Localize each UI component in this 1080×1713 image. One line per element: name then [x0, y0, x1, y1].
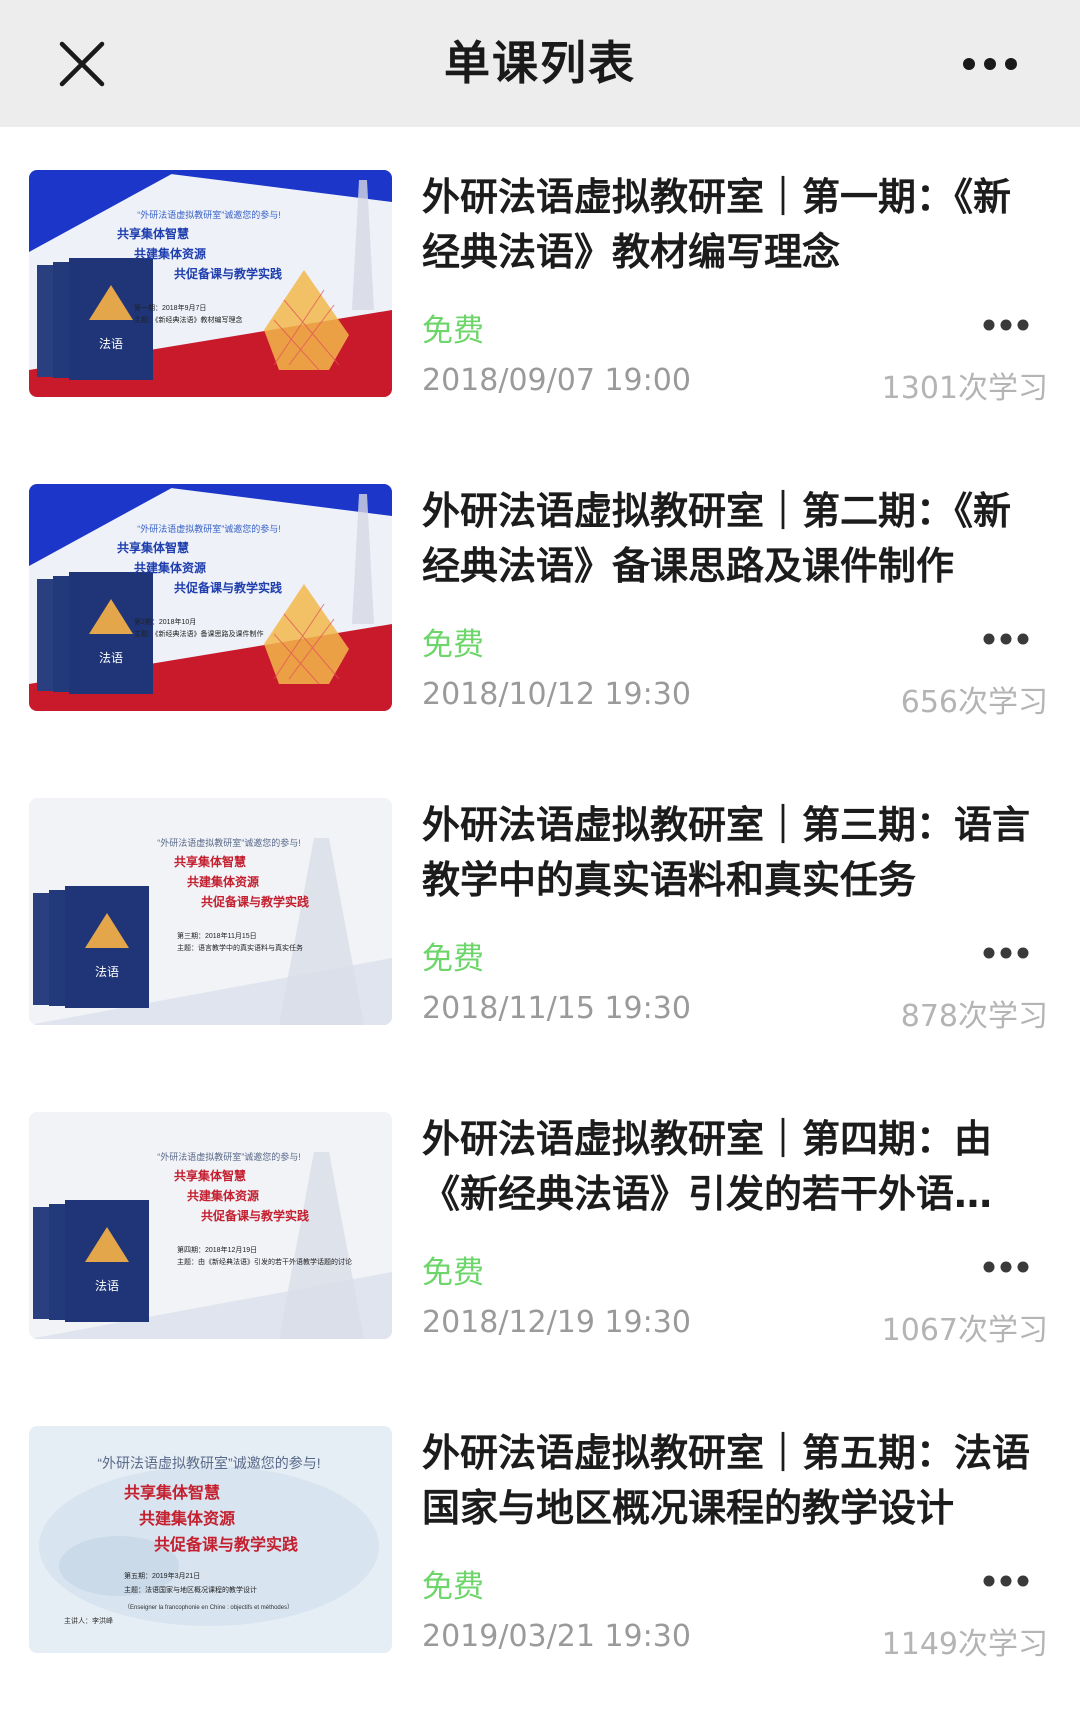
- more-horizontal-icon: [983, 947, 1029, 959]
- thumb-slogan-2: 共建集体资源: [187, 874, 259, 889]
- course-title[interactable]: 外研法语虚拟教研室｜第三期：语言教学中的真实语料和真实任务: [422, 798, 1037, 908]
- course-item[interactable]: 法语 “外研法语虚拟教研室”诚邀您的参与! 共享集体智慧 共建集体资源 共促备课…: [0, 441, 1080, 755]
- thumb-topic-line: 主题：《新经典法语》备课思路及课件制作: [134, 629, 264, 638]
- page-title: 单课列表: [444, 36, 636, 90]
- thumb-invite-text: “外研法语虚拟教研室”诚邀您的参与!: [137, 209, 281, 220]
- thumb-invite-text: “外研法语虚拟教研室”诚邀您的参与!: [157, 1151, 301, 1162]
- book-cover-title: 法语: [95, 965, 119, 979]
- more-horizontal-icon: [983, 1261, 1029, 1273]
- price-label: 免费: [422, 941, 484, 977]
- course-item[interactable]: 法语 “外研法语虚拟教研室”诚邀您的参与! 共享集体智慧 共建集体资源 共促备课…: [0, 1069, 1080, 1383]
- course-item[interactable]: 法语 “外研法语虚拟教研室”诚邀您的参与! 共享集体智慧 共建集体资源 共促备课…: [0, 127, 1080, 441]
- thumb-slogan-1: 共享集体智慧: [174, 854, 246, 869]
- book-cover-title: 法语: [95, 1279, 119, 1293]
- thumb-date-line: 第四期：2018年12月19日: [177, 1245, 257, 1254]
- study-count: 1067次学习: [881, 1313, 1048, 1348]
- thumb-topic-line: 主题：《新经典法语》教材编写理念: [134, 315, 243, 324]
- thumb-slogan-1: 共享集体智慧: [124, 1483, 220, 1502]
- course-date: 2018/09/07 19:00: [422, 363, 691, 398]
- thumb-slogan-2: 共建集体资源: [139, 1509, 235, 1528]
- course-date: 2018/12/19 19:30: [422, 1305, 691, 1340]
- course-more-button[interactable]: [975, 1249, 1037, 1285]
- book-cover-title: 法语: [99, 651, 123, 665]
- close-button[interactable]: [40, 28, 124, 100]
- course-thumbnail[interactable]: 法语 “外研法语虚拟教研室”诚邀您的参与! 共享集体智慧 共建集体资源 共促备课…: [29, 798, 392, 1025]
- course-item[interactable]: 法语 “外研法语虚拟教研室”诚邀您的参与! 共享集体智慧 共建集体资源 共促备课…: [0, 755, 1080, 1069]
- thumb-topic-line: 主题：语言教学中的真实语料与真实任务: [177, 943, 303, 952]
- study-count: 878次学习: [900, 999, 1048, 1034]
- study-count: 1149次学习: [881, 1627, 1048, 1662]
- course-thumbnail[interactable]: 法语 “外研法语虚拟教研室”诚邀您的参与! 共享集体智慧 共建集体资源 共促备课…: [29, 1112, 392, 1339]
- course-more-button[interactable]: [975, 935, 1037, 971]
- study-count: 656次学习: [900, 685, 1048, 720]
- book-stack: [33, 893, 51, 1005]
- course-thumbnail-art: 法语 “外研法语虚拟教研室”诚邀您的参与! 共享集体智慧 共建集体资源 共促备课…: [29, 170, 392, 397]
- thumb-date-line: 第一期：2018年9月7日: [134, 303, 206, 312]
- thumb-topic-line: 主题：法语国家与地区概况课程的教学设计: [124, 1585, 257, 1594]
- book-stack: [33, 1207, 51, 1319]
- course-item[interactable]: “外研法语虚拟教研室”诚邀您的参与! 共享集体智慧 共建集体资源 共促备课与教学…: [0, 1383, 1080, 1697]
- thumb-slogan-1: 共享集体智慧: [174, 1168, 246, 1183]
- book-cover-title: 法语: [99, 337, 123, 351]
- course-thumbnail[interactable]: 法语 “外研法语虚拟教研室”诚邀您的参与! 共享集体智慧 共建集体资源 共促备课…: [29, 170, 392, 397]
- course-more-button[interactable]: [975, 621, 1037, 657]
- course-date: 2018/10/12 19:30: [422, 677, 691, 712]
- course-date: 2019/03/21 19:30: [422, 1619, 691, 1654]
- course-title[interactable]: 外研法语虚拟教研室｜第五期：法语国家与地区概况课程的教学设计: [422, 1426, 1037, 1536]
- thumb-date-line: 第五期：2019年3月21日: [124, 1571, 200, 1580]
- course-title[interactable]: 外研法语虚拟教研室｜第四期：由《新经典法语》引发的若干外语…: [422, 1112, 1037, 1222]
- thumb-info-line: （Enseigner la francophonie en Chine : ob…: [124, 1604, 293, 1611]
- thumb-slogan-2: 共建集体资源: [187, 1188, 259, 1203]
- thumb-date-line: 第2期：2018年10月: [134, 617, 196, 626]
- book-stack: [37, 579, 55, 691]
- close-icon: [59, 41, 105, 87]
- course-date: 2018/11/15 19:30: [422, 991, 691, 1026]
- course-thumbnail-art: 法语 “外研法语虚拟教研室”诚邀您的参与! 共享集体智慧 共建集体资源 共促备课…: [29, 798, 392, 1025]
- thumb-topic-line: 主题：由《新经典法语》引发的若干外语教学话题的讨论: [177, 1257, 352, 1266]
- more-horizontal-icon: [983, 319, 1029, 331]
- course-thumbnail[interactable]: 法语 “外研法语虚拟教研室”诚邀您的参与! 共享集体智慧 共建集体资源 共促备课…: [29, 484, 392, 711]
- thumb-slogan-2: 共建集体资源: [134, 560, 206, 575]
- more-horizontal-icon: [983, 1575, 1029, 1587]
- thumb-slogan-1: 共享集体智慧: [117, 226, 189, 241]
- thumb-invite-text: “外研法语虚拟教研室”诚邀您的参与!: [157, 837, 301, 848]
- more-menu-button[interactable]: [940, 38, 1040, 90]
- thumb-invite-text: “外研法语虚拟教研室”诚邀您的参与!: [97, 1455, 320, 1471]
- thumb-speaker: 主讲人：李洪峰: [64, 1616, 113, 1625]
- course-thumbnail-art: 法语 “外研法语虚拟教研室”诚邀您的参与! 共享集体智慧 共建集体资源 共促备课…: [29, 484, 392, 711]
- thumb-slogan-1: 共享集体智慧: [117, 540, 189, 555]
- thumb-slogan-3: 共促备课与教学实践: [201, 1208, 309, 1223]
- price-label: 免费: [422, 1255, 484, 1291]
- price-label: 免费: [422, 313, 484, 349]
- course-thumbnail-art: “外研法语虚拟教研室”诚邀您的参与! 共享集体智慧 共建集体资源 共促备课与教学…: [29, 1426, 392, 1653]
- thumb-slogan-3: 共促备课与教学实践: [174, 580, 282, 595]
- course-title[interactable]: 外研法语虚拟教研室｜第一期：《新经典法语》教材编写理念: [422, 170, 1037, 280]
- thumb-slogan-3: 共促备课与教学实践: [154, 1535, 298, 1554]
- course-thumbnail[interactable]: “外研法语虚拟教研室”诚邀您的参与! 共享集体智慧 共建集体资源 共促备课与教学…: [29, 1426, 392, 1653]
- nav-bar: 单课列表: [0, 0, 1080, 127]
- thumb-slogan-3: 共促备课与教学实践: [201, 894, 309, 909]
- book-stack: [37, 265, 55, 377]
- course-more-button[interactable]: [975, 1563, 1037, 1599]
- more-horizontal-icon: [963, 58, 1017, 70]
- course-thumbnail-art: 法语 “外研法语虚拟教研室”诚邀您的参与! 共享集体智慧 共建集体资源 共促备课…: [29, 1112, 392, 1339]
- price-label: 免费: [422, 627, 484, 663]
- thumb-invite-text: “外研法语虚拟教研室”诚邀您的参与!: [137, 523, 281, 534]
- thumb-date-line: 第三期：2018年11月15日: [177, 931, 257, 940]
- study-count: 1301次学习: [881, 371, 1048, 406]
- course-more-button[interactable]: [975, 307, 1037, 343]
- thumb-slogan-2: 共建集体资源: [134, 246, 206, 261]
- course-title[interactable]: 外研法语虚拟教研室｜第二期：《新经典法语》备课思路及课件制作: [422, 484, 1037, 594]
- thumb-slogan-3: 共促备课与教学实践: [174, 266, 282, 281]
- more-horizontal-icon: [983, 633, 1029, 645]
- price-label: 免费: [422, 1569, 484, 1605]
